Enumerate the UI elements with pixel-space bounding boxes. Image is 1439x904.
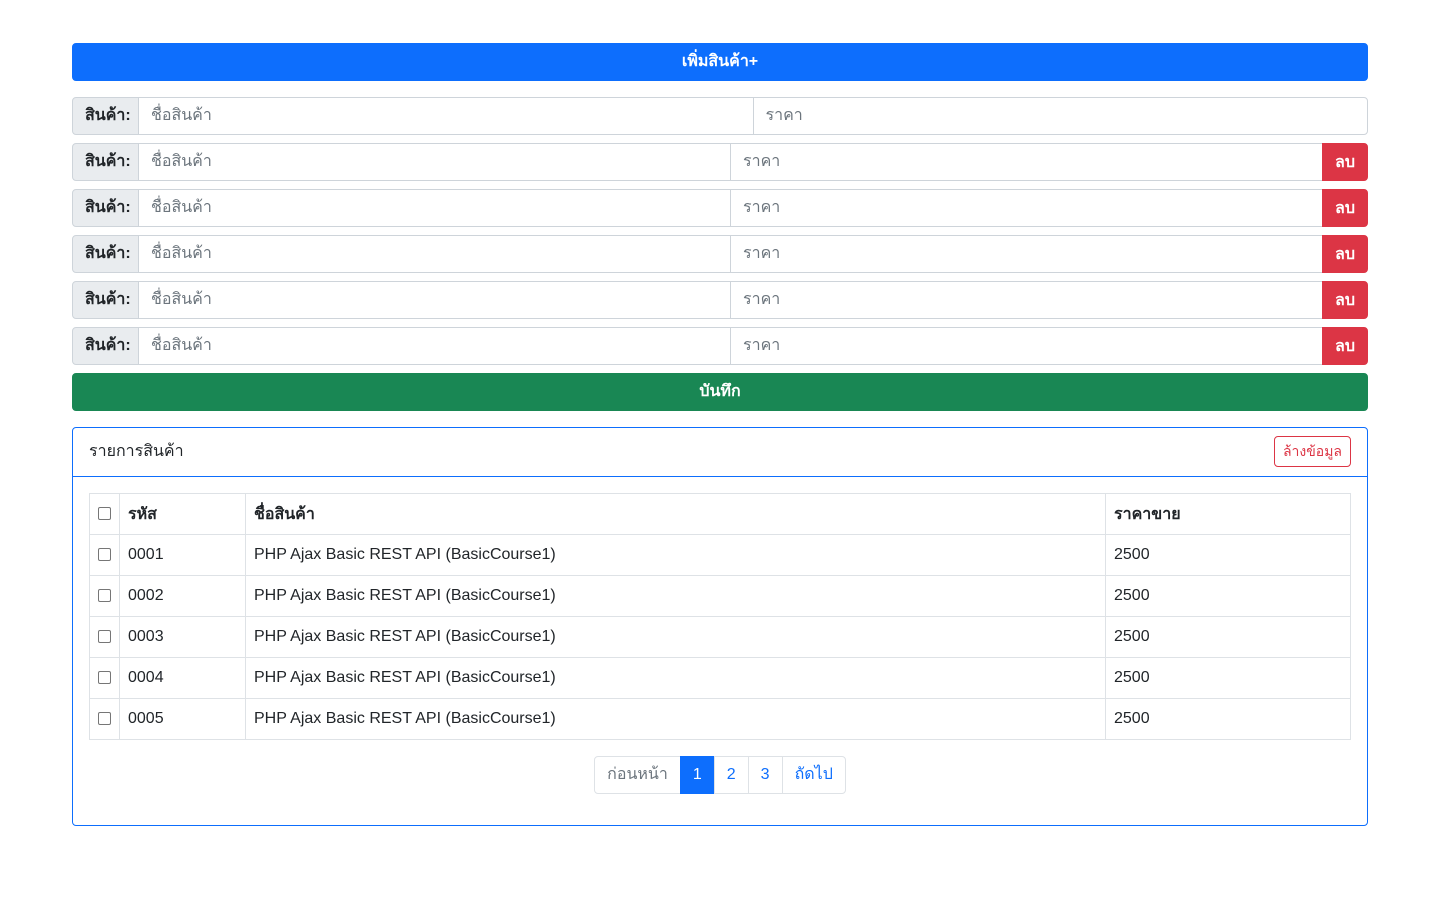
row-select-cell [89, 575, 120, 617]
product-price-input[interactable] [752, 97, 1368, 135]
pagination-prev[interactable]: ก่อนหน้า [594, 756, 681, 794]
cell-price: 2500 [1105, 534, 1351, 576]
cell-name: PHP Ajax Basic REST API (BasicCourse1) [245, 575, 1106, 617]
product-row: สินค้า: ลบ [72, 327, 1368, 365]
add-product-button[interactable]: เพิ่มสินค้า+ [72, 43, 1368, 81]
pagination: ก่อนหน้า 1 2 3 ถัดไป [89, 756, 1351, 794]
column-header-name: ชื่อสินค้า [245, 493, 1106, 535]
cell-name: PHP Ajax Basic REST API (BasicCourse1) [245, 657, 1106, 699]
cell-price: 2500 [1105, 657, 1351, 699]
delete-row-button[interactable]: ลบ [1322, 327, 1368, 365]
product-row-label: สินค้า: [72, 327, 139, 365]
table-row: 0002 PHP Ajax Basic REST API (BasicCours… [89, 575, 1351, 617]
product-price-input[interactable] [730, 189, 1323, 227]
product-price-input[interactable] [730, 327, 1323, 365]
clear-data-button[interactable]: ล้างข้อมูล [1273, 436, 1351, 467]
table-row: 0003 PHP Ajax Basic REST API (BasicCours… [89, 616, 1351, 658]
cell-name: PHP Ajax Basic REST API (BasicCourse1) [245, 534, 1106, 576]
product-name-input[interactable] [138, 327, 731, 365]
product-row-label: สินค้า: [72, 189, 139, 227]
table-row: 0005 PHP Ajax Basic REST API (BasicCours… [89, 698, 1351, 740]
product-name-input[interactable] [138, 189, 731, 227]
card-header: รายการสินค้า ล้างข้อมูล [73, 428, 1367, 477]
card-body: รหัส ชื่อสินค้า ราคาขาย 0001 PHP Ajax Ba… [73, 477, 1367, 810]
product-price-input[interactable] [730, 235, 1323, 273]
table-row: 0001 PHP Ajax Basic REST API (BasicCours… [89, 534, 1351, 576]
delete-row-button[interactable]: ลบ [1322, 235, 1368, 273]
pagination-page-2[interactable]: 2 [713, 756, 749, 794]
pagination-page-1[interactable]: 1 [679, 756, 715, 794]
cell-price: 2500 [1105, 616, 1351, 658]
delete-row-button[interactable]: ลบ [1322, 189, 1368, 227]
row-checkbox[interactable] [98, 712, 111, 726]
product-name-input[interactable] [138, 235, 731, 273]
row-checkbox[interactable] [98, 589, 111, 603]
pagination-next[interactable]: ถัดไป [781, 756, 846, 794]
product-row-label: สินค้า: [72, 143, 139, 181]
product-row-label: สินค้า: [72, 97, 139, 135]
product-name-input[interactable] [138, 97, 754, 135]
cell-code: 0005 [119, 698, 246, 740]
card-title: รายการสินค้า [89, 443, 184, 460]
cell-price: 2500 [1105, 575, 1351, 617]
cell-code: 0004 [119, 657, 246, 699]
product-row: สินค้า: ลบ [72, 143, 1368, 181]
product-row: สินค้า: [72, 97, 1368, 135]
column-header-code: รหัส [119, 493, 246, 535]
table-row: 0004 PHP Ajax Basic REST API (BasicCours… [89, 657, 1351, 699]
product-row: สินค้า: ลบ [72, 235, 1368, 273]
row-checkbox[interactable] [98, 671, 111, 685]
cell-name: PHP Ajax Basic REST API (BasicCourse1) [245, 698, 1106, 740]
delete-row-button[interactable]: ลบ [1322, 143, 1368, 181]
product-table: รหัส ชื่อสินค้า ราคาขาย 0001 PHP Ajax Ba… [89, 493, 1351, 740]
product-row: สินค้า: ลบ [72, 189, 1368, 227]
product-form: เพิ่มสินค้า+ สินค้า: สินค้า: ลบ สินค้า: … [72, 43, 1368, 826]
product-name-input[interactable] [138, 143, 731, 181]
cell-code: 0002 [119, 575, 246, 617]
save-button[interactable]: บันทึก [72, 373, 1368, 411]
row-select-cell [89, 616, 120, 658]
table-header-row: รหัส ชื่อสินค้า ราคาขาย [89, 493, 1351, 535]
product-row: สินค้า: ลบ [72, 281, 1368, 319]
column-header-price: ราคาขาย [1105, 493, 1351, 535]
pagination-page-3[interactable]: 3 [747, 756, 783, 794]
row-select-cell [89, 698, 120, 740]
row-checkbox[interactable] [98, 630, 111, 644]
cell-name: PHP Ajax Basic REST API (BasicCourse1) [245, 616, 1106, 658]
product-row-label: สินค้า: [72, 235, 139, 273]
row-select-cell [89, 534, 120, 576]
row-select-cell [89, 657, 120, 699]
row-checkbox[interactable] [98, 548, 111, 562]
delete-row-button[interactable]: ลบ [1322, 281, 1368, 319]
product-name-input[interactable] [138, 281, 731, 319]
cell-price: 2500 [1105, 698, 1351, 740]
select-all-cell [89, 493, 120, 535]
cell-code: 0001 [119, 534, 246, 576]
select-all-checkbox[interactable] [98, 507, 111, 521]
product-list-card: รายการสินค้า ล้างข้อมูล รหัส ชื่อสินค้า … [72, 427, 1368, 826]
cell-code: 0003 [119, 616, 246, 658]
product-row-label: สินค้า: [72, 281, 139, 319]
product-price-input[interactable] [730, 143, 1323, 181]
product-price-input[interactable] [730, 281, 1323, 319]
